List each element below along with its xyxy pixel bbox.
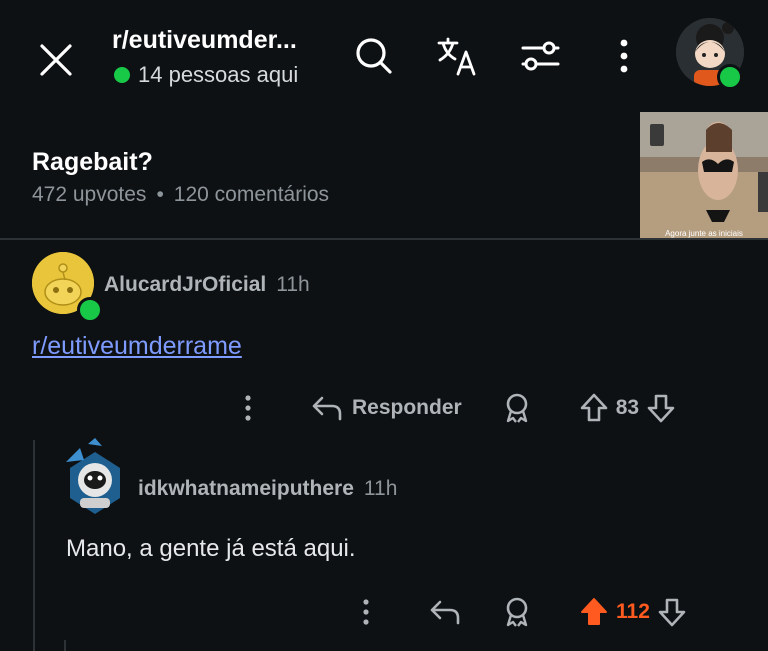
- search-icon: [356, 38, 392, 74]
- reply-actions: 112: [350, 594, 688, 630]
- reply-body: Mano, a gente já está aqui.: [66, 535, 356, 562]
- close-icon: [40, 44, 72, 76]
- upvote-icon[interactable]: [578, 392, 610, 424]
- online-indicator: [114, 67, 130, 83]
- commenter-online-indicator: [77, 297, 103, 323]
- award-icon: [506, 597, 528, 627]
- close-button[interactable]: [34, 38, 78, 82]
- post-thumbnail[interactable]: Agora junte as iniciais: [640, 112, 768, 239]
- comment-username[interactable]: AlucardJrOficial: [104, 273, 266, 297]
- comment-more-button[interactable]: [232, 392, 264, 424]
- comment-time: 11h: [276, 273, 310, 296]
- reply-vote-control: 112: [578, 596, 688, 628]
- user-online-indicator: [717, 64, 743, 90]
- astronaut-avatar-icon: [66, 438, 120, 514]
- more-vertical-icon: [245, 395, 251, 421]
- more-vertical-icon: [620, 39, 628, 73]
- reply-time: 11h: [363, 477, 398, 500]
- reply-button[interactable]: Responder: [310, 392, 462, 424]
- subreddit-name[interactable]: r/eutiveumder...: [112, 26, 297, 55]
- translate-icon: [437, 37, 476, 76]
- subreddit-link[interactable]: r/eutiveumderrame: [32, 332, 242, 361]
- search-button[interactable]: [352, 34, 396, 78]
- reply-award-button[interactable]: [500, 595, 534, 629]
- reply-icon: [312, 396, 342, 421]
- post-title[interactable]: Ragebait?: [32, 148, 153, 177]
- reply-label: Responder: [352, 396, 462, 419]
- more-vertical-icon: [363, 599, 369, 625]
- post-meta: 472 upvotes • 120 comentários: [32, 183, 329, 207]
- comment-count: 120 comentários: [173, 183, 330, 206]
- more-options-button[interactable]: [602, 34, 646, 78]
- nested-thread-line[interactable]: [64, 640, 66, 651]
- comment-actions: Responder 83: [232, 390, 677, 426]
- award-button[interactable]: [500, 391, 534, 425]
- comment-header: AlucardJrOficial 11h: [104, 273, 310, 297]
- upvote-filled-icon[interactable]: [578, 596, 610, 628]
- online-text: 14 pessoas aqui: [138, 62, 299, 87]
- thumbnail-caption: Agora junte as iniciais: [665, 229, 743, 238]
- post-divider: [0, 238, 768, 240]
- reply-score: 112: [616, 600, 650, 623]
- reply-more-button[interactable]: [350, 596, 382, 628]
- thumbnail-image: Agora junte as iniciais: [640, 112, 768, 239]
- reply-avatar[interactable]: [62, 438, 128, 516]
- reply-reply-button[interactable]: [428, 596, 462, 628]
- reply-header: idkwhatnameiputhere 11h: [138, 477, 397, 501]
- filter-icon: [521, 41, 560, 71]
- vote-control: 83: [578, 392, 677, 424]
- filter-button[interactable]: [518, 34, 562, 78]
- reply-icon: [430, 600, 460, 625]
- upvote-count: 472 upvotes: [32, 183, 147, 206]
- translate-button[interactable]: [436, 34, 480, 78]
- meta-separator: •: [156, 183, 164, 206]
- reply-username[interactable]: idkwhatnameiputhere: [138, 477, 354, 501]
- thread-line[interactable]: [33, 440, 35, 651]
- award-icon: [506, 393, 527, 423]
- online-count: 14 pessoas aqui: [114, 62, 298, 88]
- score: 83: [615, 396, 640, 419]
- downvote-icon[interactable]: [645, 392, 677, 424]
- downvote-icon[interactable]: [656, 596, 688, 628]
